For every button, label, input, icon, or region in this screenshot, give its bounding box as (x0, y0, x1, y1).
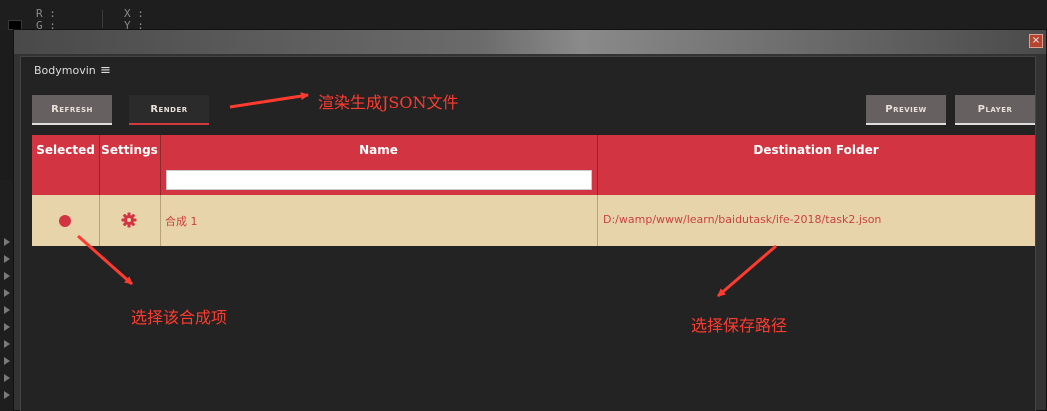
host-toolbar (0, 0, 1047, 30)
preview-button[interactable]: Preview (866, 95, 946, 125)
expand-arrow-icon[interactable] (4, 391, 10, 399)
player-button[interactable]: Player (955, 95, 1035, 125)
render-button[interactable]: Render (129, 95, 209, 125)
column-divider (99, 135, 100, 195)
expand-arrow-icon[interactable] (4, 374, 10, 382)
render-annotation: 渲染生成JSON文件 (318, 93, 459, 112)
expand-arrow-icon[interactable] (4, 323, 10, 331)
close-button[interactable]: × (1029, 34, 1043, 48)
expand-arrow-icon[interactable] (4, 255, 10, 263)
expand-arrow-icon[interactable] (4, 272, 10, 280)
column-divider (160, 195, 161, 246)
expand-arrow-icon[interactable] (4, 238, 10, 246)
expand-arrow-icon[interactable] (4, 289, 10, 297)
table-header: Selected Settings Name Destination Folde… (32, 135, 1035, 195)
header-settings: Settings (101, 143, 158, 157)
table-row[interactable]: 合成 1 D:/wamp/www/learn/baidutask/ife-201… (32, 195, 1035, 246)
column-divider (99, 195, 100, 246)
refresh-button[interactable]: Refresh (32, 95, 112, 125)
column-divider (160, 135, 161, 195)
window-titlebar[interactable]: × (14, 30, 1046, 54)
compositions-table: Selected Settings Name Destination Folde… (32, 135, 1035, 246)
panel-title: Bodymovin (34, 64, 96, 77)
bodymovin-window: × Bodymovin ≡ Refresh Render Preview Pla… (13, 29, 1047, 411)
column-divider (597, 135, 598, 195)
select-annotation: 选择该合成项 (131, 308, 228, 327)
header-selected: Selected (36, 143, 95, 157)
destination-path[interactable]: D:/wamp/www/learn/baidutask/ife-2018/tas… (603, 213, 881, 226)
header-destination-folder: Destination Folder (753, 143, 879, 157)
host-layer-strip (0, 180, 14, 411)
name-filter-input[interactable] (166, 170, 592, 190)
panel-menu-icon[interactable]: ≡ (100, 63, 111, 78)
selected-indicator[interactable] (59, 215, 71, 227)
gear-icon[interactable] (121, 212, 137, 228)
path-annotation: 选择保存路径 (691, 316, 788, 335)
composition-name[interactable]: 合成 1 (165, 213, 198, 229)
expand-arrow-icon[interactable] (4, 357, 10, 365)
column-divider (597, 195, 598, 246)
bodymovin-panel: Bodymovin ≡ Refresh Render Preview Playe… (20, 56, 1036, 411)
expand-arrow-icon[interactable] (4, 306, 10, 314)
readout-divider (102, 10, 103, 28)
expand-arrow-icon[interactable] (4, 340, 10, 348)
